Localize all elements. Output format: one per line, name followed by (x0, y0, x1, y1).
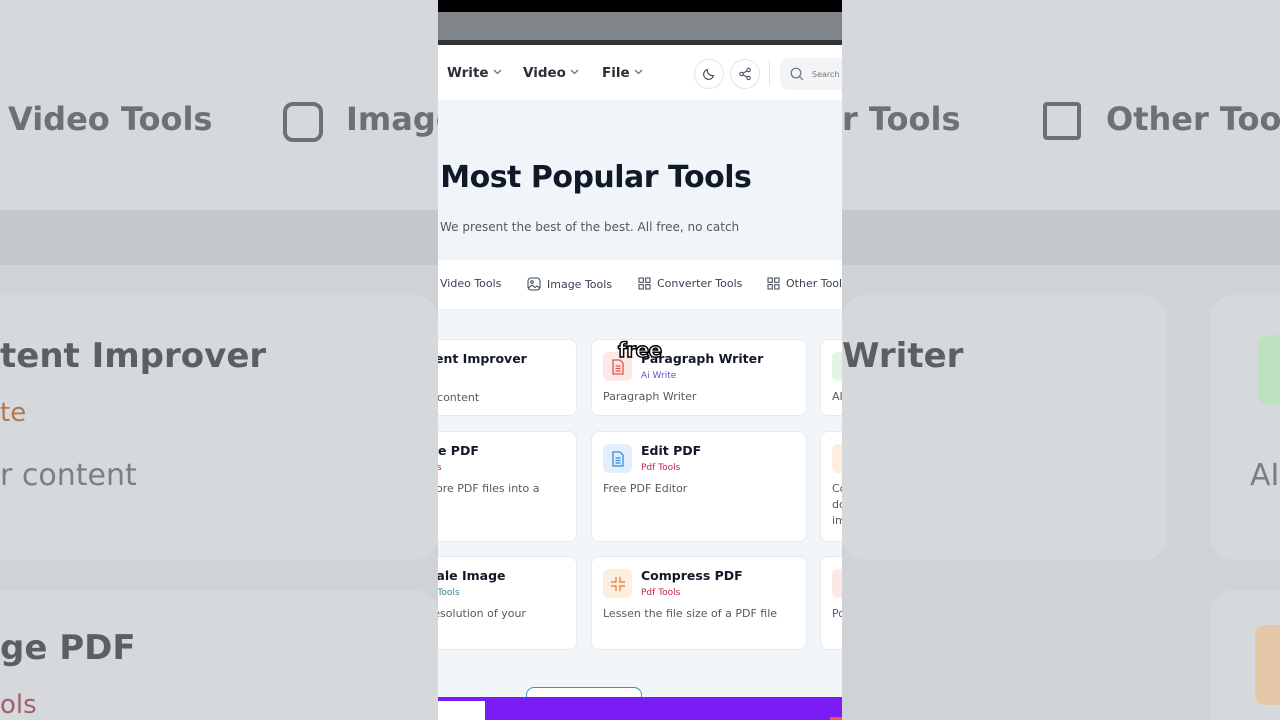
tool-description: Co (832, 482, 842, 495)
tool-description: do (832, 498, 842, 511)
nav-write[interactable]: Write (447, 65, 502, 81)
tab-converter-tools[interactable]: Converter Tools (638, 277, 742, 290)
page-subtitle: We present the best of the best. All fre… (440, 220, 740, 234)
tab-label: Other Tools (786, 277, 842, 290)
tool-card-edit-pdf[interactable]: Edit PDF Pdf Tools Free PDF Editor (591, 431, 807, 542)
background-text: Video Tools (8, 100, 213, 138)
background-text: te (0, 398, 27, 428)
grid-icon (638, 277, 651, 290)
tool-card-merge-pdf[interactable]: ge PDF ols nore PDF files into a e (438, 431, 577, 542)
top-black-bar (438, 0, 842, 12)
tab-label: Video Tools (440, 277, 502, 290)
tool-icon (832, 569, 842, 598)
tab-label: Image Tools (547, 277, 613, 291)
share-button[interactable] (730, 59, 760, 89)
tool-title: Compress PDF (641, 568, 743, 583)
nav-file-label: File (602, 65, 630, 81)
tab-video-tools[interactable]: Video Tools (440, 277, 501, 290)
tool-card-writer[interactable]: AI (820, 339, 842, 416)
tool-description: Lessen the file size of a PDF file (603, 607, 778, 620)
background-text: r Tools (842, 100, 961, 138)
tool-description: Paragraph Writer (603, 390, 697, 403)
video-caption: free (617, 337, 663, 363)
background-icon (1255, 625, 1280, 705)
tab-label: Converter Tools (657, 277, 743, 290)
background-text: Writer (842, 336, 964, 376)
navbar: Write Video File (438, 45, 842, 100)
banner-white-block (438, 701, 485, 720)
tool-description: Free PDF Editor (603, 482, 688, 495)
background-card (842, 295, 1167, 560)
category-tabs: Video Tools Image Tools Converter Tools … (438, 260, 842, 310)
document-icon (603, 444, 632, 473)
top-gap (438, 12, 842, 40)
search-icon (790, 67, 804, 81)
tool-icon (832, 352, 842, 381)
chevron-down-icon (570, 68, 579, 78)
background-text: ols (0, 690, 37, 720)
page-title: r Most Popular Tools (438, 160, 752, 195)
tool-card-convert[interactable]: Co do im (820, 431, 842, 542)
background-text: r content (0, 458, 137, 493)
compress-icon (603, 569, 632, 598)
chevron-down-icon (634, 68, 643, 78)
nav-write-label: Write (447, 65, 489, 81)
moon-icon (703, 68, 715, 80)
tool-description: resolution of your (438, 607, 526, 620)
tab-image-tools[interactable]: Image Tools (527, 277, 612, 291)
image-icon (283, 102, 323, 142)
tool-card-pdf[interactable]: Po (820, 556, 842, 650)
tool-category: Pdf Tools (641, 588, 681, 598)
tool-title: ge PDF (438, 443, 479, 458)
promo-banner[interactable] (438, 697, 842, 720)
nav-divider (769, 60, 770, 86)
dark-mode-toggle[interactable] (694, 59, 724, 89)
tool-title: tent Improver (438, 351, 527, 366)
tool-card-upscale-image[interactable]: cale Image e Tools resolution of your (438, 556, 577, 650)
tool-description: r content (438, 391, 480, 404)
hero-section: r Most Popular Tools We present the best… (438, 100, 842, 260)
tool-icon (832, 444, 842, 473)
tool-description: nore PDF files into a (438, 482, 540, 495)
tool-description: im (832, 514, 842, 527)
tool-category: e Tools (438, 588, 460, 598)
tool-card-content-improver[interactable]: tent Improver te r content (438, 339, 577, 416)
grid-icon (1043, 102, 1081, 140)
tool-category: Ai Write (641, 371, 677, 381)
search-input[interactable] (812, 69, 842, 79)
background-text: AI (1250, 458, 1280, 493)
tool-title: cale Image (438, 568, 506, 583)
tool-category: ols (438, 463, 442, 473)
tab-other-tools[interactable]: Other Tools (767, 277, 842, 290)
tool-description: Po (832, 607, 842, 620)
background-card (0, 295, 438, 560)
background-text: tent Improver (0, 336, 267, 376)
chevron-down-icon (493, 68, 502, 78)
tool-card-compress-pdf[interactable]: Compress PDF Pdf Tools Lessen the file s… (591, 556, 807, 650)
grid-icon (767, 277, 780, 290)
background-text: ge PDF (0, 628, 136, 668)
nav-video[interactable]: Video (523, 65, 579, 81)
search-box[interactable] (780, 58, 842, 90)
tool-title: Edit PDF (641, 443, 702, 458)
image-icon (527, 277, 541, 291)
share-icon (739, 67, 751, 81)
tool-category: Pdf Tools (641, 463, 681, 473)
background-icon (1258, 335, 1280, 405)
nav-video-label: Video (523, 65, 566, 81)
background-text: Other Tools (1106, 100, 1280, 138)
nav-file[interactable]: File (602, 65, 643, 81)
tool-description: AI (832, 390, 842, 403)
